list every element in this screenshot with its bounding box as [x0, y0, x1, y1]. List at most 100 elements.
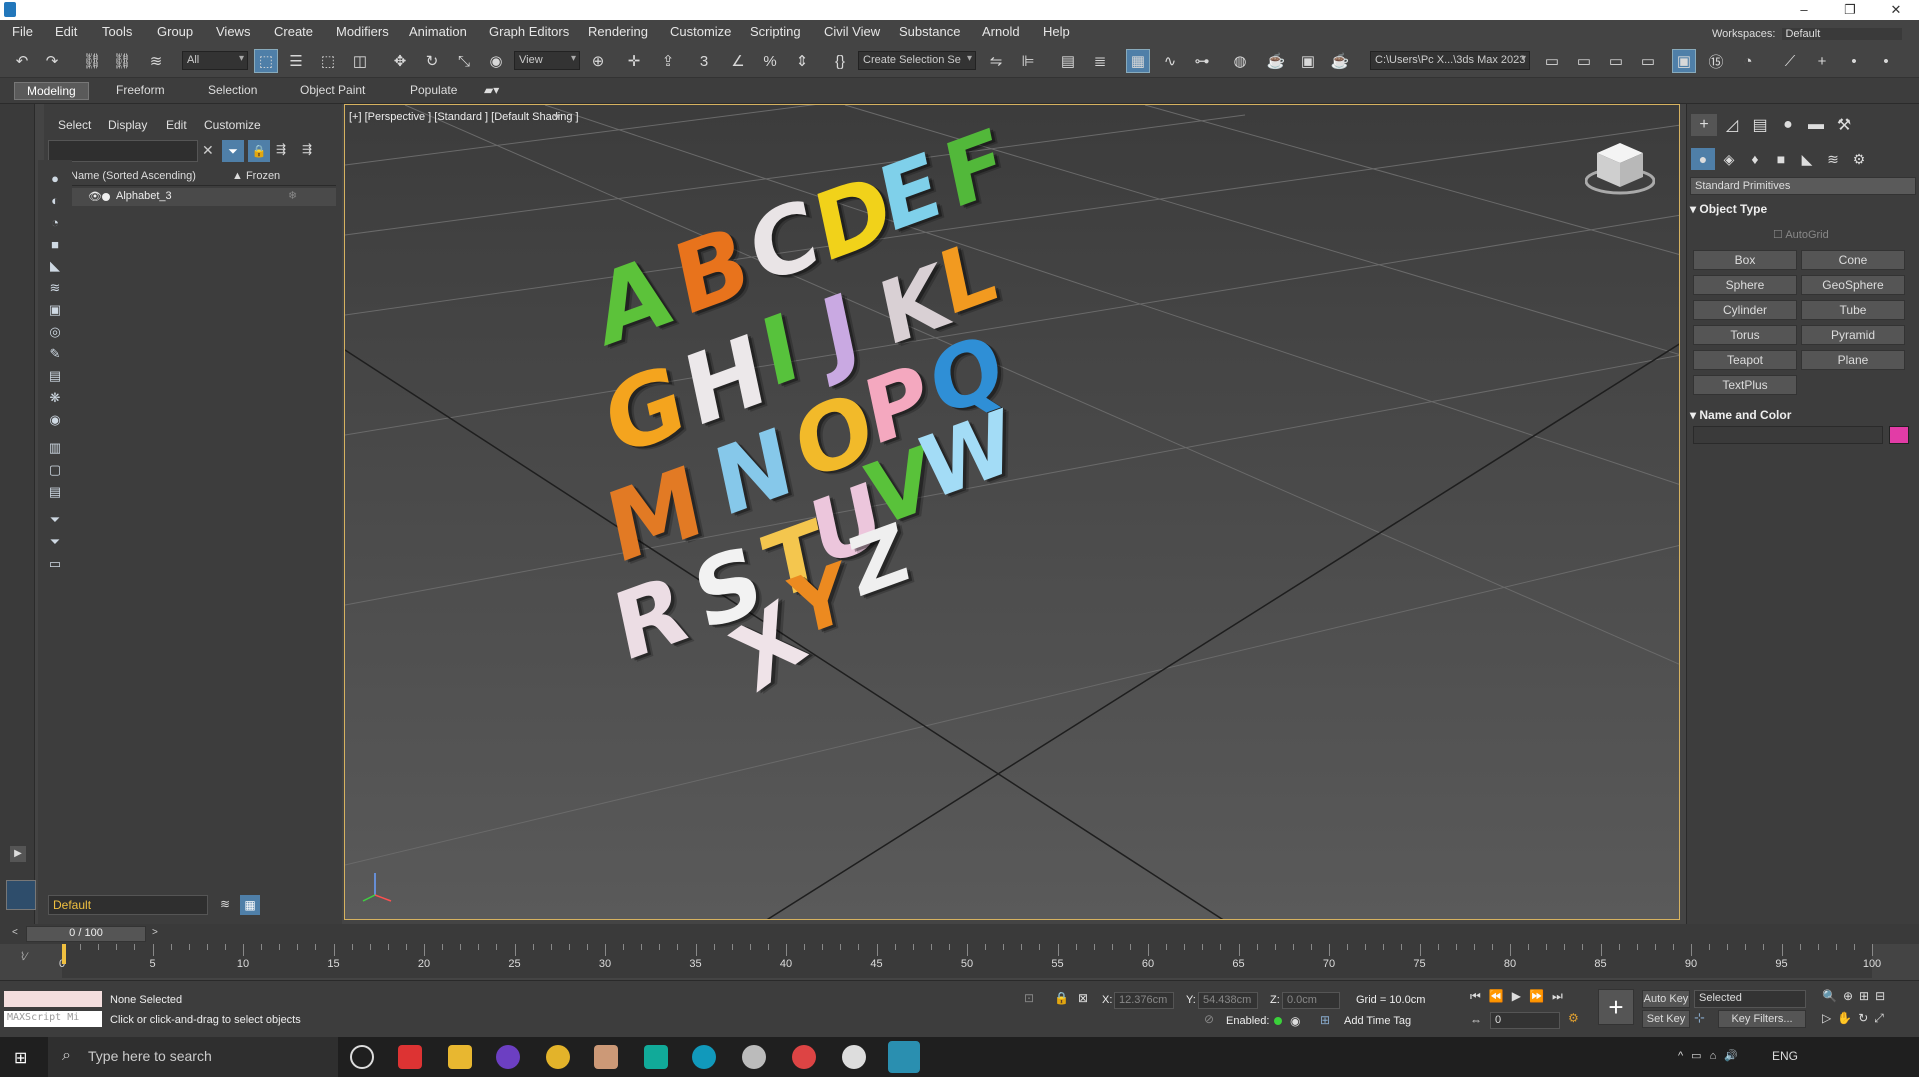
add-icon[interactable]: +: [1810, 49, 1834, 73]
object-name-field[interactable]: [1693, 426, 1883, 444]
hierarchy-icon-2[interactable]: ⇶: [302, 142, 312, 156]
explorer-menu-display[interactable]: Display: [108, 118, 147, 132]
select-manipulate-icon[interactable]: ✛: [622, 49, 646, 73]
menu-group[interactable]: Group: [157, 24, 193, 39]
filter-icon[interactable]: ⏷: [222, 140, 244, 162]
viewport-layout-icon[interactable]: [6, 880, 36, 910]
app-icon-gray[interactable]: [742, 1045, 766, 1069]
letter-r[interactable]: R: [606, 554, 695, 683]
explorer-menu-edit[interactable]: Edit: [166, 118, 187, 132]
display-cameras-icon[interactable]: ■: [44, 234, 66, 254]
spacewarps-icon[interactable]: ≋: [1821, 148, 1845, 170]
utilities-tab-icon[interactable]: ⚒: [1831, 114, 1857, 136]
add-time-tag-icon[interactable]: ⊞: [1320, 1013, 1330, 1027]
tab-populate[interactable]: Populate: [398, 82, 469, 98]
display-xrefs-icon[interactable]: ◎: [44, 322, 66, 342]
tab-modeling[interactable]: Modeling: [14, 82, 89, 100]
menu-tools[interactable]: Tools: [102, 24, 132, 39]
menu-graph-editors[interactable]: Graph Editors: [489, 24, 569, 39]
percent-snap-icon[interactable]: %: [758, 49, 782, 73]
app-icon-red[interactable]: [398, 1045, 422, 1069]
key-filters-button[interactable]: Key Filters...: [1718, 1010, 1806, 1028]
display-particles-icon[interactable]: ❋: [44, 388, 66, 408]
current-frame-marker[interactable]: [62, 944, 66, 964]
menu-customize[interactable]: Customize: [670, 24, 731, 39]
letter-f[interactable]: F: [936, 108, 1014, 230]
eye-icon[interactable]: 👁: [88, 190, 102, 203]
z-coordinate-field[interactable]: 0.0cm: [1282, 992, 1340, 1009]
language-indicator[interactable]: ENG: [1772, 1049, 1798, 1063]
link-icon[interactable]: ⛓: [80, 49, 104, 73]
letter-b[interactable]: B: [665, 204, 758, 339]
enabled-indicator-icon[interactable]: [1274, 1017, 1282, 1025]
unlink-icon[interactable]: ⛓: [110, 49, 134, 73]
lights-icon[interactable]: ♦: [1743, 148, 1767, 170]
set-keys-icon[interactable]: +: [1598, 989, 1634, 1025]
add-time-tag[interactable]: Add Time Tag: [1344, 1015, 1411, 1027]
place-icon[interactable]: ◉: [484, 49, 508, 73]
window-crossing-icon[interactable]: ◫: [348, 49, 372, 73]
alphabet-model[interactable]: ABCDEFGHIJKLMNOPQRSTUVWXYZ: [345, 105, 1679, 919]
teapot-button[interactable]: Teapot: [1693, 350, 1797, 370]
col-name-header[interactable]: Name (Sorted Ascending): [70, 170, 196, 182]
cameras-icon[interactable]: ■: [1769, 148, 1793, 170]
menu-edit[interactable]: Edit: [55, 24, 77, 39]
viewport-filter-icon[interactable]: ⏷: [553, 111, 562, 124]
hierarchy-tab-icon[interactable]: ▤: [1747, 114, 1773, 136]
explorer-menu-customize[interactable]: Customize: [204, 118, 261, 132]
scale-icon[interactable]: ⤡: [452, 49, 476, 73]
windows-start-icon[interactable]: ⊞: [14, 1048, 27, 1068]
explorer-menu-select[interactable]: Select: [58, 118, 91, 132]
time-tag-icon[interactable]: ⊘: [1204, 1012, 1214, 1026]
restore-icon[interactable]: ❐: [1827, 0, 1873, 20]
menu-scripting[interactable]: Scripting: [750, 24, 801, 39]
letter-a[interactable]: A: [585, 233, 679, 368]
open-project-icon[interactable]: ▭: [1540, 49, 1564, 73]
maximize-viewport-icon[interactable]: ⤢: [1874, 1011, 1890, 1025]
key-mode-toggle-icon[interactable]: ⇔: [1470, 1013, 1482, 1027]
tab-freeform[interactable]: Freeform: [104, 82, 177, 98]
menu-animation[interactable]: Animation: [409, 24, 467, 39]
toggle-ribbon-icon[interactable]: ▦: [1126, 49, 1150, 73]
fov-icon[interactable]: ▷: [1822, 1011, 1837, 1025]
edit-named-selection-icon[interactable]: {}: [828, 49, 852, 73]
pan-icon[interactable]: ✋: [1837, 1011, 1858, 1025]
layer-explorer-icon[interactable]: ▦: [240, 895, 260, 915]
modify-tab-icon[interactable]: ◿: [1719, 114, 1745, 136]
github-icon[interactable]: [496, 1045, 520, 1069]
color-swatch[interactable]: [1889, 426, 1909, 444]
menu-views[interactable]: Views: [216, 24, 250, 39]
pivot-center-icon[interactable]: ⊕: [586, 49, 610, 73]
menu-substance[interactable]: Substance: [899, 24, 960, 39]
x-coordinate-field[interactable]: 12.376cm: [1114, 992, 1174, 1009]
display-geometry-icon[interactable]: ●: [44, 168, 66, 188]
taskbar-search[interactable]: ⌕ Type here to search: [48, 1037, 338, 1077]
geosphere-button[interactable]: GeoSphere: [1801, 275, 1905, 295]
absolute-mode-icon[interactable]: ⊠: [1078, 991, 1088, 1005]
perspective-viewport[interactable]: ABCDEFGHIJKLMNOPQRSTUVWXYZ [+] [Perspect…: [344, 104, 1680, 920]
folder-icon[interactable]: ▭: [44, 554, 66, 574]
pyramid-button[interactable]: Pyramid: [1801, 325, 1905, 345]
invert-display-icon[interactable]: ▤: [44, 482, 66, 502]
display-visibility-icon[interactable]: ◉: [44, 410, 66, 430]
network-icon[interactable]: ⌂: [1710, 1050, 1725, 1062]
time-config-icon[interactable]: ⚙: [1568, 1011, 1579, 1025]
next-key-icon[interactable]: ⏩: [1529, 989, 1552, 1003]
reference-coord-dropdown[interactable]: View: [514, 51, 580, 70]
box-button[interactable]: Box: [1693, 250, 1797, 270]
display-tab-icon[interactable]: ▬: [1803, 114, 1829, 136]
filter-options-icon[interactable]: ⏷: [44, 510, 66, 530]
brush-icon[interactable]: ⟋: [1778, 49, 1802, 73]
viewcube-icon[interactable]: [1585, 135, 1655, 205]
menu-help[interactable]: Help: [1043, 24, 1070, 39]
dot-icon[interactable]: •: [1842, 49, 1866, 73]
cone-button[interactable]: Cone: [1801, 250, 1905, 270]
menu-file[interactable]: File: [12, 24, 33, 39]
next-frame-icon[interactable]: >: [152, 927, 158, 938]
named-selection-dropdown[interactable]: Create Selection Se: [858, 51, 976, 70]
set-key-button[interactable]: Set Key: [1642, 1010, 1690, 1028]
table-row[interactable]: 👁 Alphabet_3 ❄: [44, 188, 336, 206]
time-slider[interactable]: < 0 / 100 >: [0, 924, 1919, 944]
key-mode-dropdown[interactable]: Selected: [1694, 990, 1806, 1008]
viewport-label[interactable]: [+] [Perspective ] [Standard ] [Default …: [349, 111, 579, 123]
